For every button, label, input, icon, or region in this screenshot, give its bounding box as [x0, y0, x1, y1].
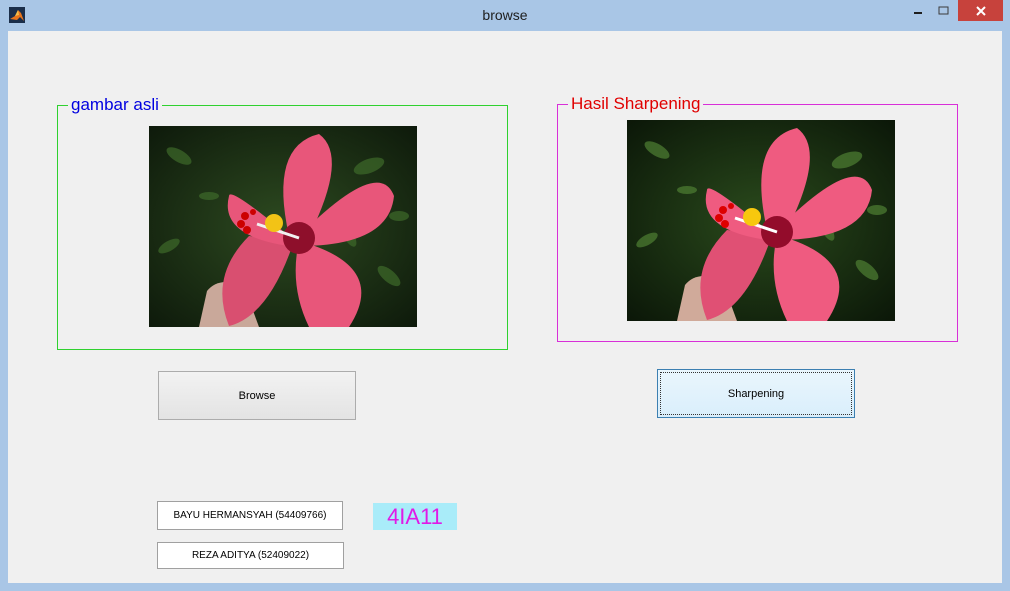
title-bar: browse — [0, 0, 1010, 30]
close-icon[interactable] — [958, 0, 1003, 21]
hibiscus-flower-image — [149, 126, 417, 327]
browse-button[interactable]: Browse — [158, 371, 356, 420]
author-name-1: BAYU HERMANSYAH (54409766) — [157, 501, 343, 530]
hibiscus-flower-image — [627, 120, 895, 321]
sharpening-button[interactable]: Sharpening — [657, 369, 855, 418]
figure-client-area: gambar asli Hasil Sharpening Browse Shar… — [8, 31, 1002, 583]
result-image — [627, 120, 895, 321]
class-label-text: 4IA11 — [387, 503, 443, 529]
author-name-2: REZA ADITYA (52409022) — [157, 542, 344, 569]
author-name-1-text: BAYU HERMANSYAH (54409766) — [173, 510, 327, 521]
maximize-icon[interactable] — [931, 0, 957, 21]
browse-button-label: Browse — [238, 389, 276, 402]
result-panel-title: Hasil Sharpening — [568, 94, 704, 114]
focus-ring — [660, 372, 852, 415]
window-title: browse — [482, 7, 528, 23]
original-image — [149, 126, 417, 327]
minimize-icon[interactable] — [906, 0, 930, 21]
class-label: 4IA11 — [373, 503, 457, 530]
original-panel-title: gambar asli — [68, 95, 162, 115]
author-name-2-text: REZA ADITYA (52409022) — [191, 550, 310, 561]
